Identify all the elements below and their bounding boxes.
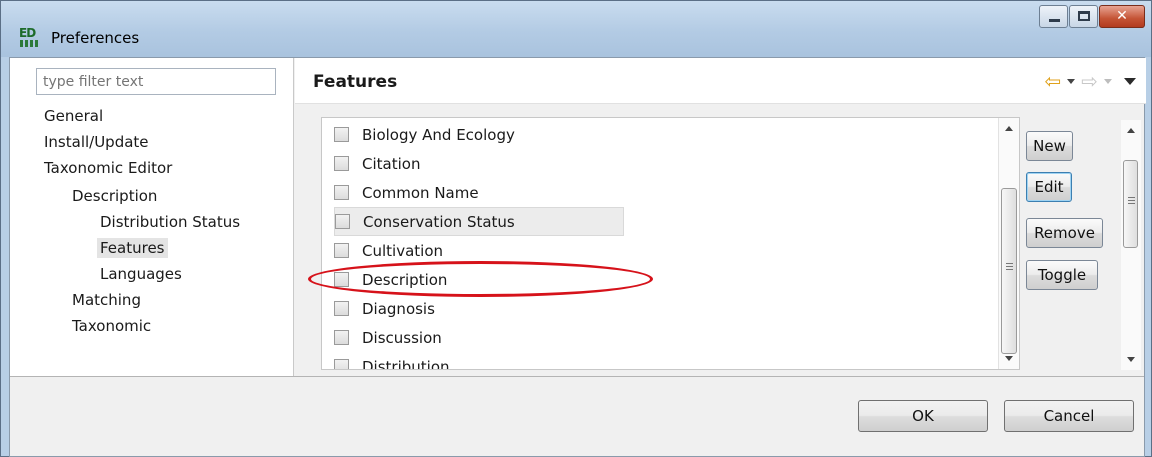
checkbox[interactable] [334,301,349,316]
feature-label: Distribution [362,357,450,370]
tree-item-general[interactable]: General [44,106,103,126]
annotation-circle [308,261,653,297]
checkbox[interactable] [334,330,349,345]
checkbox[interactable] [334,243,349,258]
divider [10,376,1144,377]
list-item[interactable]: Discussion [334,323,894,352]
scroll-down-icon[interactable] [1005,356,1013,361]
list-item-selected[interactable]: Conservation Status [334,207,624,236]
page-header: Features ⇦ ⇨ [295,58,1146,104]
tree-item-distribution-status[interactable]: Distribution Status [100,212,240,232]
feature-label: Discussion [362,328,442,347]
scroll-up-icon[interactable] [1127,128,1135,133]
title-bar: ED Preferences ✕ [1,1,1151,57]
feature-label: Common Name [362,183,479,202]
feature-label: Conservation Status [363,212,515,231]
feature-label: Cultivation [362,241,443,260]
grip-icon [1128,197,1135,204]
tree-item-matching[interactable]: Matching [72,290,141,310]
ok-button[interactable]: OK [858,400,988,432]
preference-tree-pane: General Install/Update Taxonomic Editor … [10,58,294,376]
checkbox[interactable] [334,127,349,142]
history-nav: ⇦ ⇨ [1044,71,1136,91]
close-button[interactable]: ✕ [1099,5,1145,28]
list-item[interactable]: Common Name [334,178,894,207]
preferences-window: ED Preferences ✕ General Install/Update … [0,0,1152,457]
list-item[interactable]: Diagnosis [334,294,894,323]
list-item[interactable]: Biology And Ecology [334,120,894,149]
page-scrollbar[interactable] [1121,120,1141,370]
forward-dropdown-icon[interactable] [1104,78,1112,84]
tree-item-features[interactable]: Features [97,238,168,258]
new-button[interactable]: New [1026,131,1073,161]
app-icon: ED [19,27,43,49]
filter-input[interactable] [36,68,276,95]
page-title: Features [313,72,398,92]
tree-item-taxonomic[interactable]: Taxonomic [72,316,151,336]
feature-label: Biology And Ecology [362,125,515,144]
checkbox[interactable] [335,214,350,229]
close-icon: ✕ [1116,8,1128,24]
minimize-icon [1049,19,1060,22]
feature-label: Citation [362,154,421,173]
dialog-body: General Install/Update Taxonomic Editor … [9,57,1146,457]
toggle-button[interactable]: Toggle [1026,260,1098,290]
forward-arrow-icon[interactable]: ⇨ [1081,71,1098,91]
scroll-up-icon[interactable] [1005,126,1013,131]
view-menu-icon[interactable] [1124,77,1136,85]
list-item[interactable]: Cultivation [334,236,894,265]
remove-button[interactable]: Remove [1026,218,1103,248]
checkbox[interactable] [334,156,349,171]
tree-item-install-update[interactable]: Install/Update [44,132,149,152]
grip-icon [1006,263,1013,270]
tree-item-languages[interactable]: Languages [100,264,182,284]
maximize-button[interactable] [1069,5,1098,28]
minimize-button[interactable] [1039,5,1068,28]
tree-item-taxonomic-editor[interactable]: Taxonomic Editor [44,158,172,178]
maximize-icon [1078,11,1090,21]
features-scrollbar[interactable] [998,118,1019,369]
feature-label: Diagnosis [362,299,435,318]
scroll-thumb[interactable] [1001,188,1017,354]
list-item[interactable]: Distribution [334,352,894,370]
checkbox[interactable] [334,185,349,200]
scroll-down-icon[interactable] [1127,357,1135,362]
tree-item-description[interactable]: Description [72,186,157,206]
edit-button[interactable]: Edit [1026,172,1072,202]
window-controls: ✕ [1038,5,1145,35]
checkbox[interactable] [334,359,349,369]
list-item[interactable]: Citation [334,149,894,178]
app-icon-letters: ED [19,26,36,40]
cancel-button[interactable]: Cancel [1004,400,1134,432]
back-arrow-icon[interactable]: ⇦ [1044,71,1061,91]
window-title: Preferences [51,29,140,47]
features-list: Biology And Ecology Citation Common Name… [321,117,1020,370]
scroll-thumb[interactable] [1123,160,1138,248]
back-dropdown-icon[interactable] [1067,78,1076,84]
